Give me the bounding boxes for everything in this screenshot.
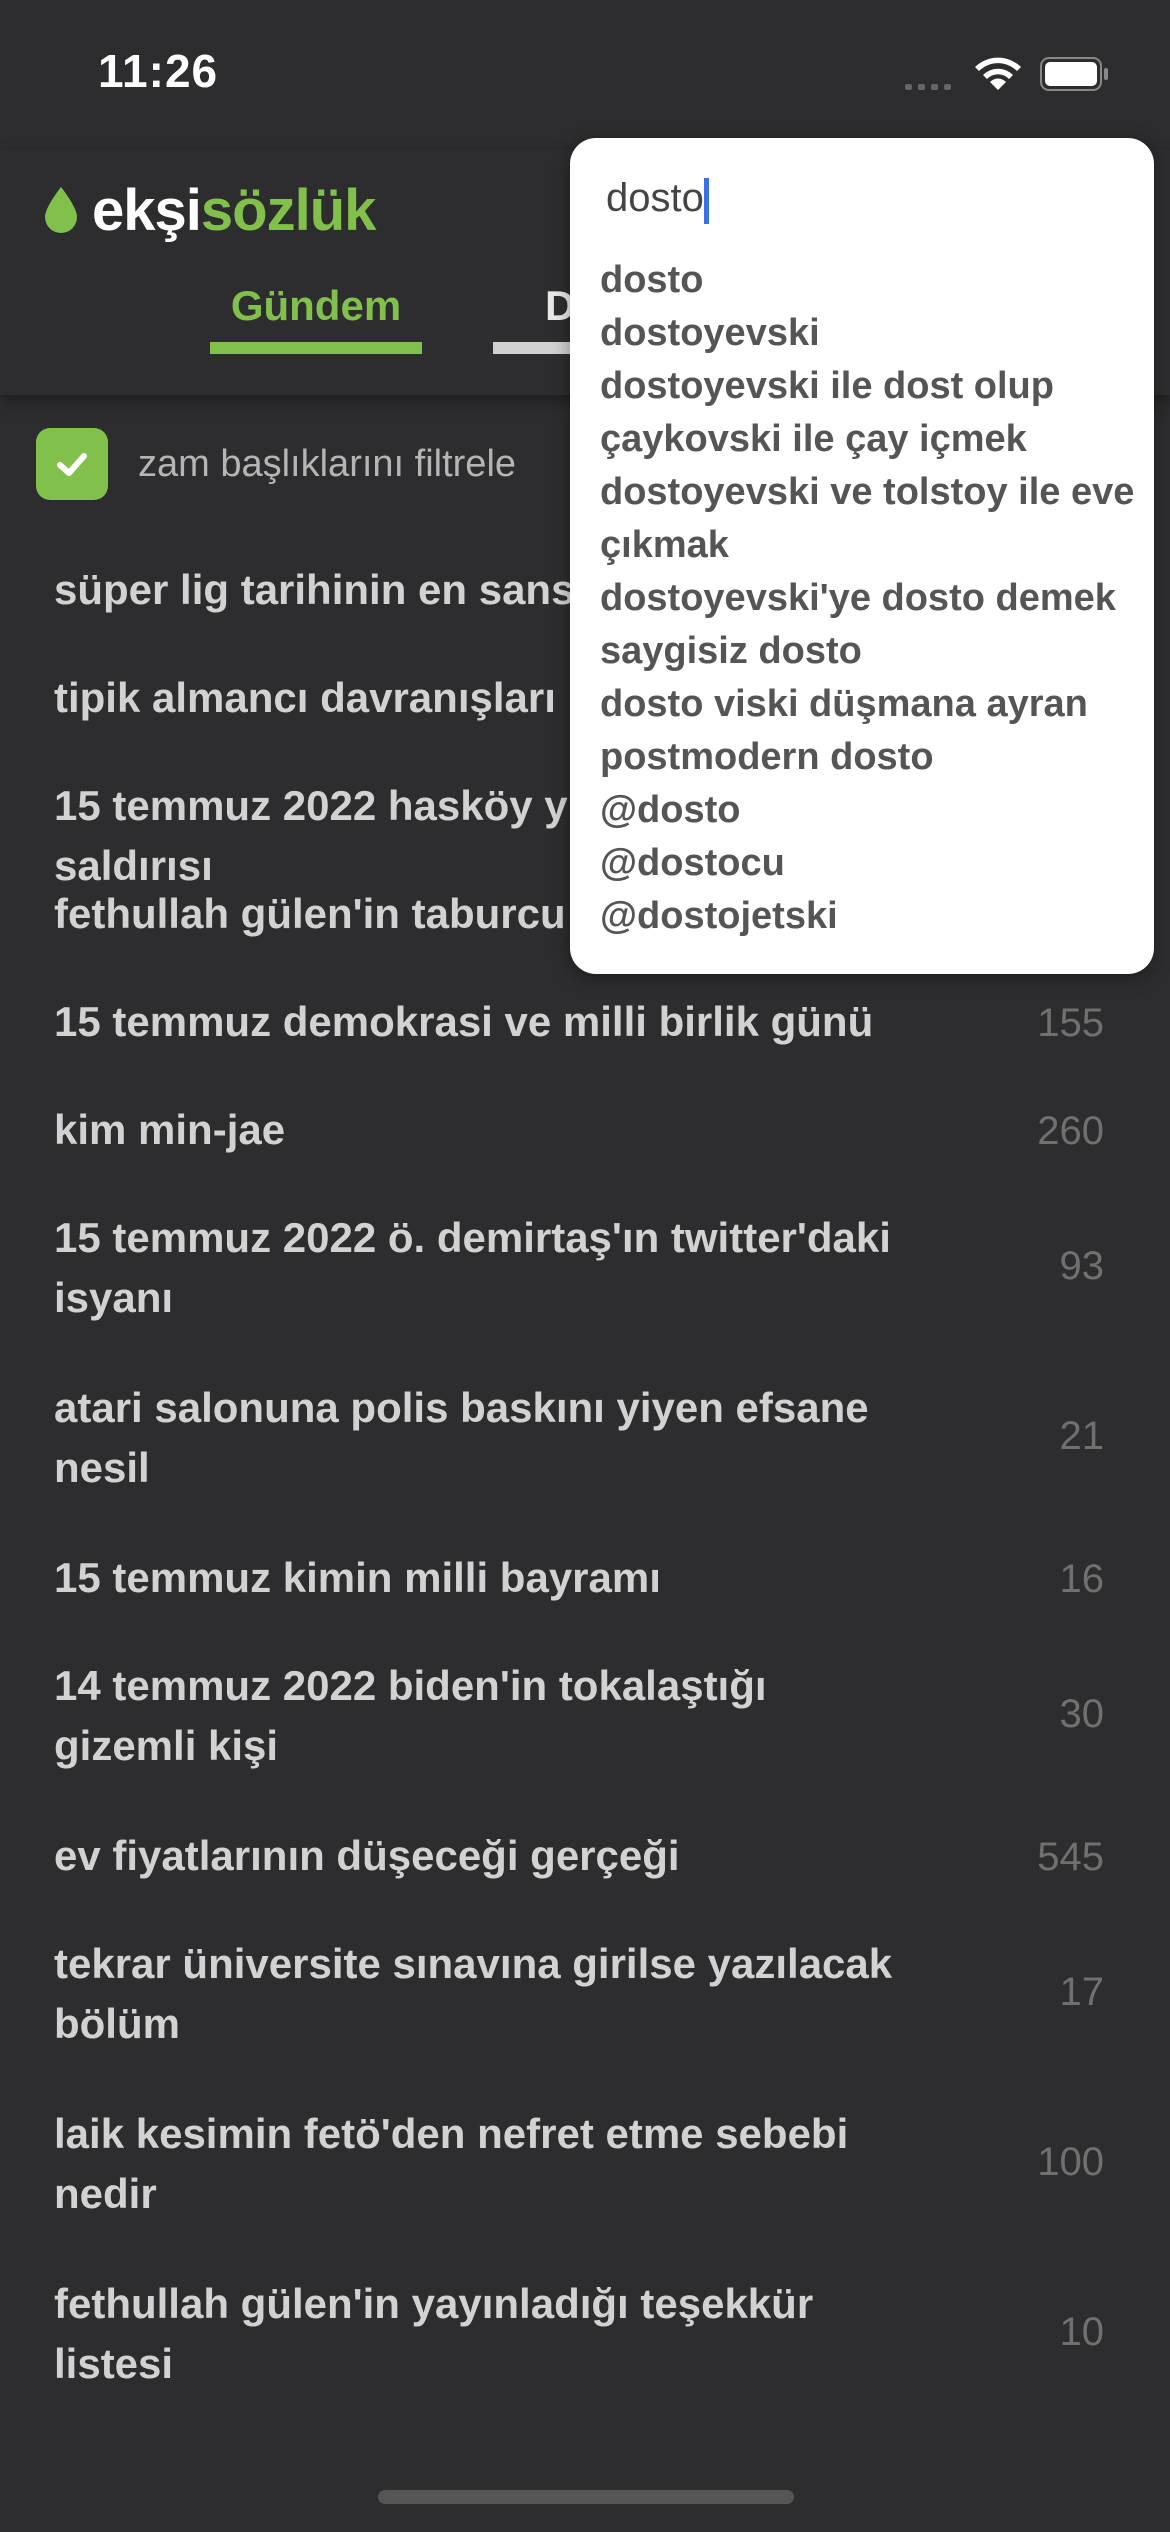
suggestion-item[interactable]: @dosto — [600, 784, 1140, 837]
tab-gundem[interactable]: Gündem — [210, 282, 422, 354]
topic-row[interactable]: 15 temmuz kimin milli bayramı 16 — [0, 1548, 1170, 1656]
wifi-icon — [975, 57, 1021, 90]
topic-title: kim min-jae — [54, 1106, 286, 1153]
suggestion-item[interactable]: dostoyevski — [600, 307, 1140, 360]
logo-text-sozluk: sözlük — [200, 177, 376, 243]
topic-title: tekrar üniversite sınavına girilse yazıl… — [54, 1940, 893, 2047]
filter-checkbox[interactable] — [36, 428, 108, 500]
filter-row: zam başlıklarını filtrele — [36, 428, 516, 500]
cellular-signal-icon — [905, 82, 959, 90]
topic-row[interactable]: 15 temmuz 2022 ö. demirtaş'ın twitter'da… — [0, 1208, 1170, 1378]
topic-title: 15 temmuz kimin milli bayramı — [54, 1554, 661, 1601]
suggestion-list: dosto dostoyevski dostoyevski ile dost o… — [600, 254, 1140, 943]
logo-text-eksi: ekşi — [92, 177, 202, 243]
topic-title: fethullah gülen'in yayınladığı teşekkür … — [54, 2280, 814, 2387]
topic-title: atari salonuna polis baskını yiyen efsan… — [54, 1384, 869, 1491]
suggestion-item[interactable]: dosto viski düşmana ayran — [600, 678, 1140, 731]
suggestion-item[interactable]: @dostocu — [600, 837, 1140, 890]
topic-count: 16 — [1059, 1557, 1105, 1601]
checkmark-icon — [57, 453, 87, 476]
topic-row[interactable]: laik kesimin fetö'den nefret etme sebebi… — [0, 2104, 1170, 2274]
topic-count: 10 — [1059, 2310, 1105, 2354]
topic-count: 100 — [1037, 2140, 1104, 2184]
status-time: 11:26 — [98, 45, 219, 97]
suggestion-item[interactable]: dostoyevski'ye dosto demek — [600, 572, 1140, 625]
topic-title: 15 temmuz 2022 ö. demirtaş'ın twitter'da… — [54, 1214, 891, 1321]
topic-row[interactable]: atari salonuna polis baskını yiyen efsan… — [0, 1378, 1170, 1548]
drop-logo-icon — [45, 187, 77, 233]
suggestion-item[interactable]: dosto — [600, 254, 1140, 307]
suggestion-item[interactable]: saygisiz dosto — [600, 625, 1140, 678]
topic-title: laik kesimin fetö'den nefret etme sebebi… — [54, 2110, 849, 2217]
topic-count: 30 — [1059, 1692, 1105, 1736]
suggestion-item[interactable]: dostoyevski ile dost olup — [600, 360, 1140, 413]
topic-row[interactable]: ev fiyatlarının düşeceği gerçeği 545 — [0, 1826, 1170, 1934]
search-autocomplete-dropdown: dosto dostoyevski dostoyevski ile dost o… — [570, 138, 1154, 974]
suggestion-item[interactable]: çıkmak — [600, 519, 1140, 572]
topic-count: 155 — [1037, 1001, 1104, 1045]
topic-count: 260 — [1037, 1109, 1104, 1153]
text-cursor — [704, 178, 709, 224]
topic-count: 93 — [1059, 1244, 1105, 1288]
topic-title: 15 temmuz demokrasi ve milli birlik günü — [54, 998, 874, 1045]
home-indicator[interactable] — [378, 2490, 794, 2504]
status-bar: 11:26 — [0, 0, 1170, 150]
tab-gundem-label: Gündem — [230, 282, 402, 329]
topic-row[interactable]: 15 temmuz demokrasi ve milli birlik günü… — [0, 992, 1170, 1100]
topic-count: 21 — [1059, 1414, 1105, 1458]
search-input[interactable] — [606, 168, 1126, 228]
suggestion-item[interactable]: çaykovski ile çay içmek — [600, 413, 1140, 466]
battery-icon — [1040, 57, 1108, 91]
topic-count: 17 — [1059, 1970, 1105, 2014]
topic-row[interactable]: fethullah gülen'in yayınladığı teşekkür … — [0, 2274, 1170, 2404]
topic-row[interactable]: 14 temmuz 2022 biden'in tokalaştığı gize… — [0, 1656, 1170, 1826]
filter-label: zam başlıklarını filtrele — [138, 442, 517, 485]
topic-row[interactable]: kim min-jae 260 — [0, 1100, 1170, 1208]
topic-title: ev fiyatlarının düşeceği gerçeği — [54, 1832, 680, 1879]
suggestion-item[interactable]: @dostojetski — [600, 890, 1140, 943]
topic-title: 14 temmuz 2022 biden'in tokalaştığı gize… — [54, 1662, 767, 1769]
topic-count: 545 — [1037, 1835, 1104, 1879]
topic-row[interactable]: tekrar üniversite sınavına girilse yazıl… — [0, 1934, 1170, 2104]
suggestion-item[interactable]: postmodern dosto — [600, 731, 1140, 784]
eksisozluk-logo[interactable]: ekşi sözlük — [42, 174, 376, 246]
tab-gundem-underline — [210, 342, 422, 354]
suggestion-item[interactable]: dostoyevski ve tolstoy ile eve — [600, 466, 1140, 519]
